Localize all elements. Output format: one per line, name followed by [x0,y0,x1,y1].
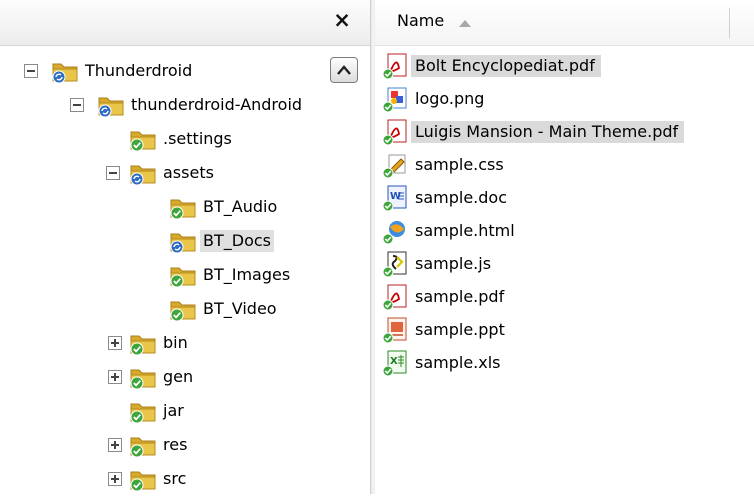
chevron-up-icon [337,65,351,75]
folder-ok-icon [128,432,158,458]
name-column-header[interactable]: Name [375,0,754,46]
folder-ok-icon [128,364,158,390]
file-list-item[interactable]: Xsample.xls [381,347,741,379]
tree-item[interactable]: Thunderdroid [0,54,330,88]
file-name-label: Bolt Encyclopediat.pdf [411,55,601,77]
folder-ok-icon [128,466,158,492]
tree-item[interactable]: BT_Docs [0,224,330,258]
tree-item[interactable]: BT_Audio [0,190,330,224]
html-file-icon [381,217,409,245]
collapse-icon[interactable] [24,64,38,78]
tree-item-label: BT_Docs [200,230,274,252]
tree-item-label: Thunderdroid [85,61,193,80]
tree-item-label: res [163,435,188,454]
tree-item[interactable]: src [0,462,330,496]
file-list-item[interactable]: Bolt Encyclopediat.pdf [381,50,741,82]
pdf-file-icon [381,118,409,146]
scroll-up-button[interactable] [330,57,358,83]
pdf-file-icon [381,283,409,311]
svg-text:X: X [390,356,398,367]
expand-icon[interactable] [108,336,122,350]
tree-item[interactable]: thunderdroid-Android [0,88,330,122]
folder-ok-icon [128,330,158,356]
tree-pane-header: × [0,0,370,46]
file-list-item[interactable]: sample.ppt [381,314,741,346]
folder-ok-icon [168,262,198,288]
folder-svn-icon [128,160,158,186]
folder-tree-pane[interactable]: × Thunderdroid thunderdroid-Android .set… [0,0,370,494]
folder-ok-icon [168,194,198,220]
file-name-label: Luigis Mansion - Main Theme.pdf [411,121,685,143]
file-list-item[interactable]: logo.png [381,83,741,115]
expand-icon[interactable] [108,438,122,452]
sort-ascending-icon [459,20,471,27]
css-file-icon [381,151,409,179]
close-icon[interactable]: × [330,8,354,32]
name-column-label: Name [397,11,445,30]
folder-ok-icon [128,126,158,152]
tree-item-label: BT_Video [203,299,277,318]
file-name-label: sample.xls [415,353,501,372]
column-separator[interactable] [729,8,730,38]
tree-item[interactable]: BT_Video [0,292,330,326]
collapse-icon[interactable] [70,98,84,112]
file-name-label: sample.doc [415,188,507,207]
tree-item-label: BT_Images [203,265,291,284]
tree-item[interactable]: gen [0,360,330,394]
excel-file-icon: X [381,349,409,377]
tree-item-label: bin [163,333,188,352]
tree-item-label: gen [163,367,194,386]
tree-item[interactable]: assets [0,156,330,190]
tree-item-label: .settings [163,129,232,148]
tree-item-label: jar [163,401,184,420]
powerpoint-file-icon [381,316,409,344]
file-name-label: logo.png [415,89,485,108]
file-list-item[interactable]: sample.html [381,215,741,247]
file-name-label: sample.css [415,155,504,174]
tree-item[interactable]: bin [0,326,330,360]
tree-item[interactable]: BT_Images [0,258,330,292]
js-file-icon [381,250,409,278]
collapse-icon[interactable] [106,166,120,180]
file-list-item[interactable]: sample.pdf [381,281,741,313]
file-list-item[interactable]: Wsample.doc [381,182,741,214]
file-list-pane[interactable]: Name Bolt Encyclopediat.pdf logo.png Luigi… [375,0,754,494]
folder-svn-icon [168,228,198,254]
file-name-label: sample.ppt [415,320,505,339]
image-file-icon [381,85,409,113]
file-name-label: sample.html [415,221,515,240]
folder-ok-icon [168,296,198,322]
tree-item[interactable]: .settings [0,122,330,156]
tree-item[interactable]: jar [0,394,330,428]
tree-item-label: assets [163,163,214,182]
file-name-label: sample.js [415,254,492,273]
file-list-item[interactable]: sample.js [381,248,741,280]
file-list-item[interactable]: sample.css [381,149,741,181]
folder-ok-icon [128,398,158,424]
tree-item-label: thunderdroid-Android [131,95,303,114]
word-file-icon: W [381,184,409,212]
tree-item-label: src [163,469,187,488]
expand-icon[interactable] [108,370,122,384]
folder-svn-icon [50,58,80,84]
pdf-file-icon [381,52,409,80]
expand-icon[interactable] [108,472,122,486]
tree-item[interactable]: res [0,428,330,462]
tree-item-label: BT_Audio [203,197,278,216]
file-list-item[interactable]: Luigis Mansion - Main Theme.pdf [381,116,741,148]
file-name-label: sample.pdf [415,287,505,306]
folder-svn-icon [96,92,126,118]
